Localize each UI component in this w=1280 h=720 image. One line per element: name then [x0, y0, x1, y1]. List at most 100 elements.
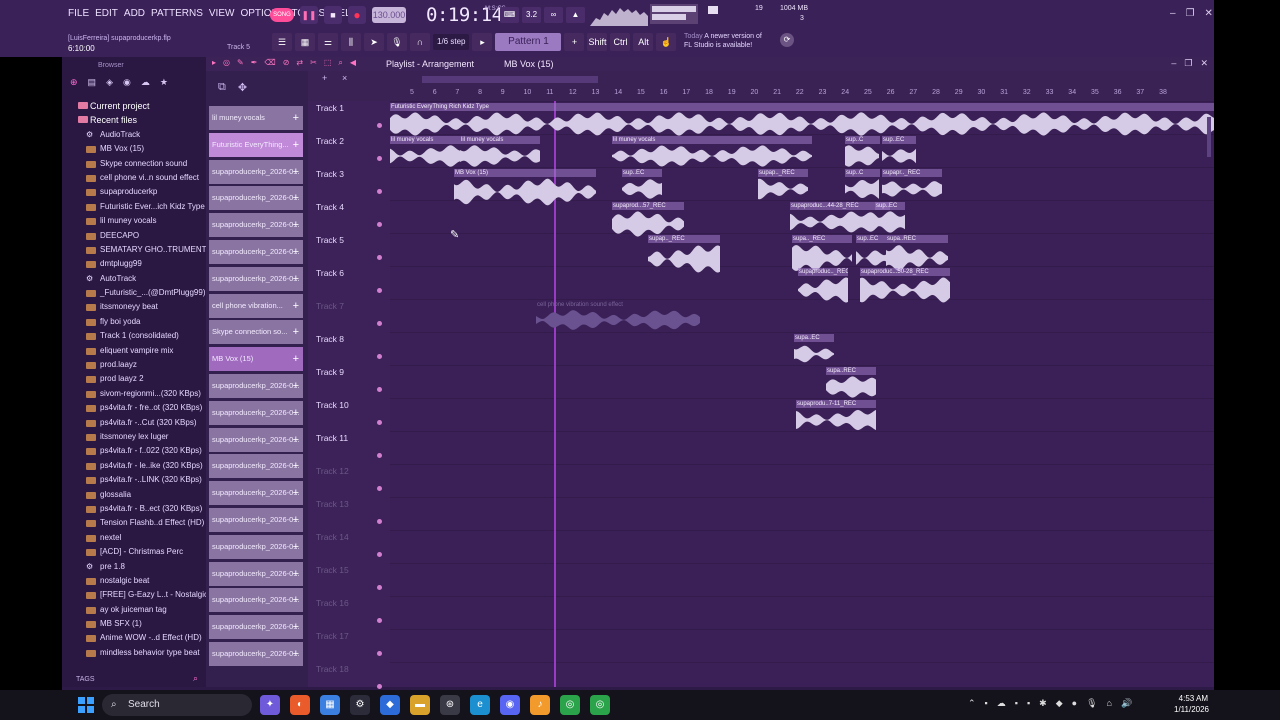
slice-icon[interactable]: ✂ — [310, 58, 317, 68]
magnet-icon[interactable]: ∩ — [410, 33, 430, 51]
file-explorer-icon[interactable]: ▬ — [410, 695, 430, 715]
track-name[interactable]: Track 3 — [316, 169, 344, 179]
snap-selector[interactable]: 1/6 step — [433, 34, 470, 50]
tempo-display[interactable]: 130.000 — [372, 7, 406, 23]
audio-clip[interactable]: supaproduc.._REC — [798, 268, 848, 304]
settings-icon[interactable]: ⚙ — [350, 695, 370, 715]
browser-cloud-icon[interactable]: ☁ — [141, 77, 150, 88]
folder-recent-files[interactable]: Recent files — [76, 113, 206, 127]
browser-item[interactable]: ps4vita.fr - fre..ot (320 KBps) — [76, 401, 206, 415]
audio-clip[interactable]: supapr.._REC — [882, 169, 942, 201]
tray-chevron-icon[interactable]: ⌃ — [968, 698, 976, 709]
browser-item[interactable]: Skype connection sound — [76, 157, 206, 171]
browser-plugin-icon[interactable]: ◈ — [106, 77, 113, 88]
track-mute-led[interactable] — [377, 222, 382, 227]
shift-key-button[interactable]: Shift — [587, 33, 608, 51]
tags-label[interactable]: TAGS — [76, 676, 95, 683]
taskbar-clock[interactable]: 4:53 AM 1/11/2026 — [1174, 693, 1209, 715]
countdown-icon[interactable]: 3.2 — [522, 7, 541, 23]
audio-clip[interactable]: sup..EC — [875, 202, 905, 234]
track-name[interactable]: Track 16 — [316, 598, 349, 608]
track-mute-led[interactable] — [377, 486, 382, 491]
app-icon[interactable]: ◆ — [380, 695, 400, 715]
copilot-icon[interactable]: ✦ — [260, 695, 280, 715]
arrangement-grid[interactable]: Futuristic EveryThing Rich Kidz Type lil … — [390, 101, 1214, 687]
browser-item[interactable]: supaproducerkp — [76, 185, 206, 199]
audio-clip[interactable]: lil muney vocals — [612, 136, 812, 168]
browser-item[interactable]: ay ok juiceman tag — [76, 603, 206, 617]
playlist-minimize-icon[interactable]: – — [1171, 58, 1176, 69]
track-mute-led[interactable] — [377, 189, 382, 194]
browser-item[interactable]: eliquent vampire mix — [76, 344, 206, 358]
browser-item[interactable]: nextel — [76, 531, 206, 545]
browser-item[interactable]: sivom-regionmi...(320 KBps) — [76, 387, 206, 401]
browser-item[interactable]: prod laayz 2 — [76, 372, 206, 386]
menu-view[interactable]: VIEW — [209, 8, 235, 19]
track-mute-led[interactable] — [377, 387, 382, 392]
track-mute-led[interactable] — [377, 519, 382, 524]
menu-edit[interactable]: EDIT — [95, 8, 118, 19]
track-name[interactable]: Track 1 — [316, 103, 344, 113]
browser-item[interactable]: ps4vita.fr -..LINK (320 KBps) — [76, 473, 206, 487]
add-track-icon[interactable]: + — [322, 73, 327, 83]
browser-item[interactable]: ps4vita.fr - f..022 (320 KBps) — [76, 444, 206, 458]
audio-clip[interactable]: supa..EC — [794, 334, 834, 366]
track-mute-led[interactable] — [377, 288, 382, 293]
browser-item[interactable]: ps4vita.fr - B..ect (320 KBps) — [76, 502, 206, 516]
browser-app-icon[interactable]: ◐ — [290, 695, 310, 715]
browser-item[interactable]: mindless behavior type beat — [76, 646, 206, 660]
browser-all-icon[interactable]: ⊕ — [70, 77, 78, 88]
audio-clip[interactable]: sup..C — [845, 169, 880, 201]
channel-rack-icon[interactable]: ⚌ — [318, 33, 338, 51]
browser-item[interactable]: dmtplugg99 — [76, 257, 206, 271]
overview-scrollbar[interactable] — [422, 76, 598, 83]
browser-item[interactable]: [ACD] - Christmas Perc — [76, 545, 206, 559]
track-name[interactable]: Track 17 — [316, 631, 349, 641]
restore-icon[interactable]: ❐ — [1186, 8, 1195, 19]
browser-item[interactable]: MB SFX (1) — [76, 617, 206, 631]
tray-mic-icon[interactable]: 🎙 — [1086, 698, 1097, 709]
audio-clip[interactable]: Futuristic EveryThing Rich Kidz Type — [390, 103, 1214, 137]
browser-item[interactable]: Anime WOW -..d Effect (HD) — [76, 631, 206, 645]
pattern-play-icon[interactable]: ▸ — [472, 33, 493, 51]
tray-app2-icon[interactable]: ▪ — [1015, 698, 1018, 709]
track-name[interactable]: Track 11 — [316, 433, 348, 443]
track-name[interactable]: Track 15 — [316, 565, 349, 575]
pencil-icon[interactable]: ✎ — [237, 58, 244, 68]
track-mute-led[interactable] — [377, 552, 382, 557]
track-name[interactable]: Track 4 — [316, 202, 344, 212]
snap-icon[interactable]: ◎ — [223, 58, 230, 68]
edge-icon[interactable]: e — [470, 695, 490, 715]
browser-item[interactable]: ⚙ AudioTrack — [76, 128, 206, 142]
metronome-icon[interactable]: ▲ — [566, 7, 585, 23]
browser-item[interactable]: ps4vita.fr -..Cut (320 KBps) — [76, 416, 206, 430]
menu-patterns[interactable]: PATTERNS — [151, 8, 203, 19]
track-mute-led[interactable] — [377, 156, 382, 161]
fl-studio-icon[interactable]: ♪ — [530, 695, 550, 715]
minimize-icon[interactable]: – — [1170, 8, 1176, 19]
track-mute-led[interactable] — [377, 684, 382, 689]
track-mute-led[interactable] — [377, 255, 382, 260]
slip-icon[interactable]: ⇄ — [296, 58, 303, 68]
track-name[interactable]: Track 8 — [316, 334, 344, 344]
audio-clip[interactable]: cell phone vibration sound effect — [536, 301, 701, 331]
audio-clip[interactable]: supaproduc...50-28_REC — [860, 268, 950, 304]
stop-button[interactable]: ■ — [324, 6, 342, 24]
track-name[interactable]: Track 18 — [316, 664, 349, 674]
browser-item[interactable]: _Futuristic_...(@DmtPlugg99) — [76, 286, 206, 300]
track-name[interactable]: Track 10 — [316, 400, 349, 410]
zoom-icon[interactable]: ⌕ — [338, 58, 342, 68]
tray-volume-icon[interactable]: 🔊 — [1121, 698, 1132, 709]
typing-keyboard-icon[interactable]: ⌨ — [500, 7, 519, 23]
windows-start-icon[interactable] — [78, 697, 94, 713]
tray-network-icon[interactable]: ⌂ — [1107, 698, 1112, 709]
audio-clip[interactable]: lil muney vocals — [460, 136, 540, 168]
menu-add[interactable]: ADD — [124, 8, 145, 19]
browser-item[interactable]: MB Vox (15) — [76, 142, 206, 156]
menu-file[interactable]: FILE — [68, 8, 89, 19]
track-mute-led[interactable] — [377, 651, 382, 656]
browser-item[interactable]: [FREE] G-Eazy L..t - Nostalgic — [76, 588, 206, 602]
playback-icon[interactable]: ◀ — [350, 58, 356, 68]
select-icon[interactable]: ⬚ — [324, 58, 332, 68]
search-icon[interactable]: ⌕ — [193, 673, 198, 684]
